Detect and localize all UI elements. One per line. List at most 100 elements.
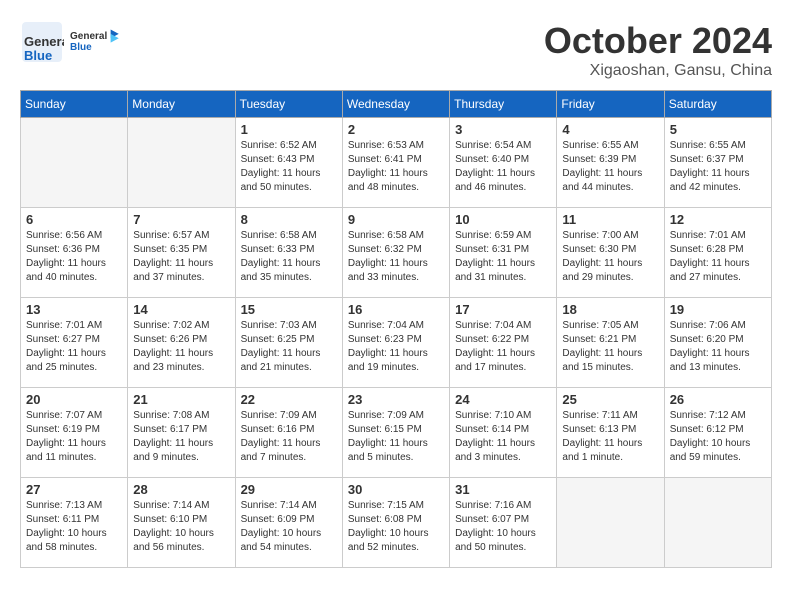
day-info: Sunrise: 6:55 AM Sunset: 6:37 PM Dayligh… bbox=[670, 139, 766, 195]
table-row: 10 Sunrise: 6:59 AM Sunset: 6:31 PM Dayli… bbox=[450, 208, 557, 298]
table-row: 11 Sunrise: 7:00 AM Sunset: 6:30 PM Dayli… bbox=[557, 208, 664, 298]
day-info: Sunrise: 7:12 AM Sunset: 6:12 PM Dayligh… bbox=[670, 409, 766, 465]
calendar-week-row: 1Sunrise: 6:52 AM Sunset: 6:43 PM Daylig… bbox=[21, 118, 772, 208]
day-number: 10 bbox=[455, 212, 551, 227]
day-number: 4 bbox=[562, 122, 658, 137]
day-number: 22 bbox=[241, 392, 337, 407]
day-info: Sunrise: 7:16 AM Sunset: 6:07 PM Dayligh… bbox=[455, 499, 551, 555]
header-wednesday: Wednesday bbox=[342, 91, 449, 118]
day-number: 20 bbox=[26, 392, 122, 407]
table-row: 29 Sunrise: 7:14 AM Sunset: 6:09 PM Dayli… bbox=[235, 478, 342, 568]
header-sunday: Sunday bbox=[21, 91, 128, 118]
table-row: 22 Sunrise: 7:09 AM Sunset: 6:16 PM Dayli… bbox=[235, 388, 342, 478]
day-number: 30 bbox=[348, 482, 444, 497]
svg-text:Blue: Blue bbox=[24, 48, 52, 63]
day-info: Sunrise: 7:03 AM Sunset: 6:25 PM Dayligh… bbox=[241, 319, 337, 375]
day-number: 27 bbox=[26, 482, 122, 497]
svg-text:Blue: Blue bbox=[70, 42, 92, 53]
day-number: 19 bbox=[670, 302, 766, 317]
table-row bbox=[128, 118, 235, 208]
month-title: October 2024 bbox=[544, 20, 772, 62]
calendar-week-row: 13Sunrise: 7:01 AM Sunset: 6:27 PM Dayli… bbox=[21, 298, 772, 388]
day-number: 26 bbox=[670, 392, 766, 407]
header-monday: Monday bbox=[128, 91, 235, 118]
table-row: 13Sunrise: 7:01 AM Sunset: 6:27 PM Dayli… bbox=[21, 298, 128, 388]
calendar-table: Sunday Monday Tuesday Wednesday Thursday… bbox=[20, 90, 772, 568]
day-number: 21 bbox=[133, 392, 229, 407]
day-info: Sunrise: 6:53 AM Sunset: 6:41 PM Dayligh… bbox=[348, 139, 444, 195]
day-number: 25 bbox=[562, 392, 658, 407]
day-info: Sunrise: 7:04 AM Sunset: 6:22 PM Dayligh… bbox=[455, 319, 551, 375]
day-info: Sunrise: 7:13 AM Sunset: 6:11 PM Dayligh… bbox=[26, 499, 122, 555]
day-number: 8 bbox=[241, 212, 337, 227]
day-number: 5 bbox=[670, 122, 766, 137]
location: Xigaoshan, Gansu, China bbox=[544, 62, 772, 80]
day-info: Sunrise: 6:58 AM Sunset: 6:32 PM Dayligh… bbox=[348, 229, 444, 285]
table-row: 7 Sunrise: 6:57 AM Sunset: 6:35 PM Daylig… bbox=[128, 208, 235, 298]
table-row: 2Sunrise: 6:53 AM Sunset: 6:41 PM Daylig… bbox=[342, 118, 449, 208]
day-number: 7 bbox=[133, 212, 229, 227]
table-row: 17 Sunrise: 7:04 AM Sunset: 6:22 PM Dayli… bbox=[450, 298, 557, 388]
table-row bbox=[557, 478, 664, 568]
day-number: 15 bbox=[241, 302, 337, 317]
table-row: 5 Sunrise: 6:55 AM Sunset: 6:37 PM Daylig… bbox=[664, 118, 771, 208]
day-info: Sunrise: 7:01 AM Sunset: 6:28 PM Dayligh… bbox=[670, 229, 766, 285]
table-row: 20Sunrise: 7:07 AM Sunset: 6:19 PM Dayli… bbox=[21, 388, 128, 478]
day-number: 9 bbox=[348, 212, 444, 227]
table-row bbox=[21, 118, 128, 208]
day-info: Sunrise: 6:59 AM Sunset: 6:31 PM Dayligh… bbox=[455, 229, 551, 285]
day-info: Sunrise: 7:08 AM Sunset: 6:17 PM Dayligh… bbox=[133, 409, 229, 465]
day-info: Sunrise: 7:04 AM Sunset: 6:23 PM Dayligh… bbox=[348, 319, 444, 375]
day-info: Sunrise: 7:02 AM Sunset: 6:26 PM Dayligh… bbox=[133, 319, 229, 375]
day-info: Sunrise: 6:57 AM Sunset: 6:35 PM Dayligh… bbox=[133, 229, 229, 285]
calendar-week-row: 20Sunrise: 7:07 AM Sunset: 6:19 PM Dayli… bbox=[21, 388, 772, 478]
day-info: Sunrise: 7:14 AM Sunset: 6:10 PM Dayligh… bbox=[133, 499, 229, 555]
day-number: 12 bbox=[670, 212, 766, 227]
day-number: 1 bbox=[241, 122, 337, 137]
header-saturday: Saturday bbox=[664, 91, 771, 118]
day-number: 14 bbox=[133, 302, 229, 317]
table-row: 27 Sunrise: 7:13 AM Sunset: 6:11 PM Dayli… bbox=[21, 478, 128, 568]
table-row: 9 Sunrise: 6:58 AM Sunset: 6:32 PM Daylig… bbox=[342, 208, 449, 298]
day-info: Sunrise: 7:10 AM Sunset: 6:14 PM Dayligh… bbox=[455, 409, 551, 465]
day-info: Sunrise: 7:06 AM Sunset: 6:20 PM Dayligh… bbox=[670, 319, 766, 375]
day-number: 24 bbox=[455, 392, 551, 407]
table-row: 21 Sunrise: 7:08 AM Sunset: 6:17 PM Dayli… bbox=[128, 388, 235, 478]
table-row: 14 Sunrise: 7:02 AM Sunset: 6:26 PM Dayli… bbox=[128, 298, 235, 388]
table-row: 28Sunrise: 7:14 AM Sunset: 6:10 PM Dayli… bbox=[128, 478, 235, 568]
day-number: 6 bbox=[26, 212, 122, 227]
table-row: 15 Sunrise: 7:03 AM Sunset: 6:25 PM Dayli… bbox=[235, 298, 342, 388]
day-number: 3 bbox=[455, 122, 551, 137]
calendar-header-row: Sunday Monday Tuesday Wednesday Thursday… bbox=[21, 91, 772, 118]
day-number: 16 bbox=[348, 302, 444, 317]
logo-bird-icon: General Blue bbox=[70, 22, 120, 62]
day-info: Sunrise: 6:58 AM Sunset: 6:33 PM Dayligh… bbox=[241, 229, 337, 285]
table-row bbox=[664, 478, 771, 568]
day-number: 18 bbox=[562, 302, 658, 317]
day-number: 11 bbox=[562, 212, 658, 227]
logo-icon: General Blue bbox=[20, 20, 64, 64]
header-friday: Friday bbox=[557, 91, 664, 118]
table-row: 4 Sunrise: 6:55 AM Sunset: 6:39 PM Daylig… bbox=[557, 118, 664, 208]
day-number: 17 bbox=[455, 302, 551, 317]
table-row: 6Sunrise: 6:56 AM Sunset: 6:36 PM Daylig… bbox=[21, 208, 128, 298]
page-header: General Blue General Blue October 2024 X… bbox=[20, 20, 772, 80]
day-info: Sunrise: 6:55 AM Sunset: 6:39 PM Dayligh… bbox=[562, 139, 658, 195]
day-info: Sunrise: 7:14 AM Sunset: 6:09 PM Dayligh… bbox=[241, 499, 337, 555]
calendar-week-row: 27 Sunrise: 7:13 AM Sunset: 6:11 PM Dayli… bbox=[21, 478, 772, 568]
day-info: Sunrise: 7:15 AM Sunset: 6:08 PM Dayligh… bbox=[348, 499, 444, 555]
table-row: 24 Sunrise: 7:10 AM Sunset: 6:14 PM Dayli… bbox=[450, 388, 557, 478]
day-info: Sunrise: 6:54 AM Sunset: 6:40 PM Dayligh… bbox=[455, 139, 551, 195]
table-row: 8 Sunrise: 6:58 AM Sunset: 6:33 PM Daylig… bbox=[235, 208, 342, 298]
logo: General Blue General Blue bbox=[20, 20, 120, 64]
svg-text:General: General bbox=[24, 34, 64, 49]
day-number: 29 bbox=[241, 482, 337, 497]
day-number: 23 bbox=[348, 392, 444, 407]
day-info: Sunrise: 7:11 AM Sunset: 6:13 PM Dayligh… bbox=[562, 409, 658, 465]
table-row: 19 Sunrise: 7:06 AM Sunset: 6:20 PM Dayli… bbox=[664, 298, 771, 388]
title-block: October 2024 Xigaoshan, Gansu, China bbox=[544, 20, 772, 80]
day-info: Sunrise: 7:00 AM Sunset: 6:30 PM Dayligh… bbox=[562, 229, 658, 285]
day-info: Sunrise: 7:09 AM Sunset: 6:16 PM Dayligh… bbox=[241, 409, 337, 465]
day-info: Sunrise: 7:09 AM Sunset: 6:15 PM Dayligh… bbox=[348, 409, 444, 465]
table-row: 25 Sunrise: 7:11 AM Sunset: 6:13 PM Dayli… bbox=[557, 388, 664, 478]
